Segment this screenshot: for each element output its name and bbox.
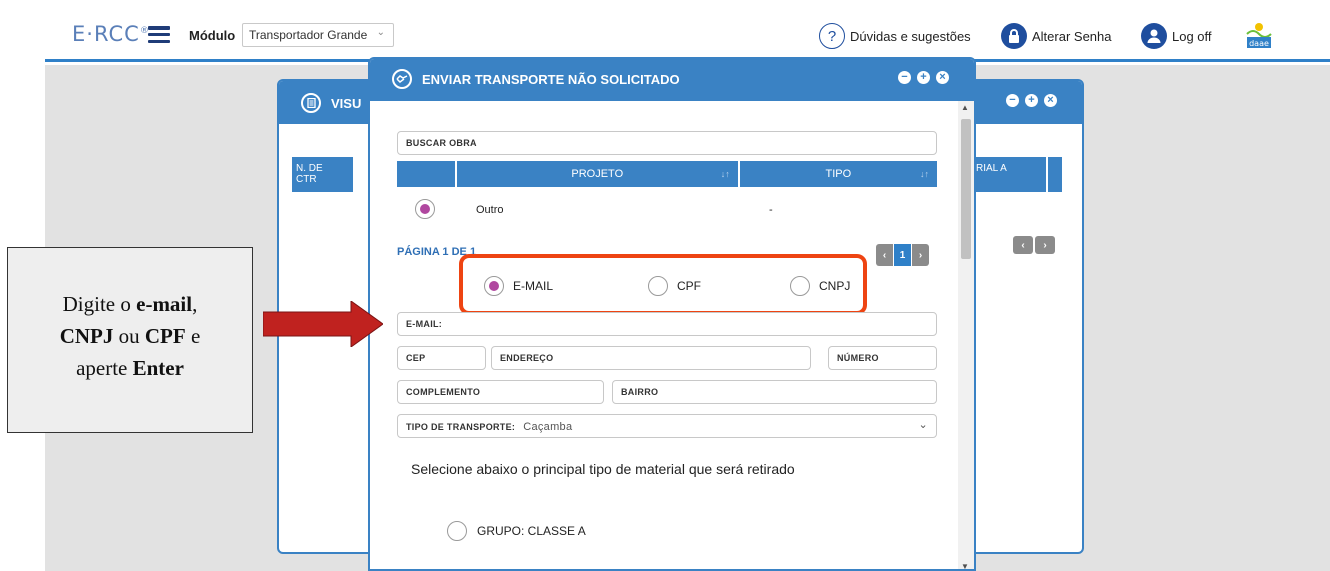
- table-header-tipo[interactable]: TIPO ↓↑: [739, 161, 937, 187]
- alterar-senha-link[interactable]: Alterar Senha: [1001, 23, 1112, 49]
- bairro-field[interactable]: BAIRRO: [612, 380, 937, 404]
- row-tipo: -: [769, 204, 773, 216]
- numero-field[interactable]: NÚMERO: [828, 346, 937, 370]
- maximize-icon[interactable]: +: [917, 71, 930, 84]
- sort-icon[interactable]: ↓↑: [721, 169, 730, 179]
- highlight-box: [459, 254, 867, 315]
- close-icon[interactable]: ×: [1044, 94, 1057, 107]
- modulo-label: Módulo: [189, 28, 236, 43]
- daae-logo: daae: [1244, 20, 1274, 54]
- column-header-ctr[interactable]: N. DE CTR: [292, 157, 353, 192]
- row-radio[interactable]: [415, 199, 435, 219]
- obra-table-header: PROJETO ↓↑ TIPO ↓↑: [397, 161, 937, 187]
- material-prompt: Selecione abaixo o principal tipo de mat…: [411, 461, 795, 477]
- user-icon: [1141, 23, 1167, 49]
- panel-title: VISU: [301, 93, 361, 113]
- complemento-field[interactable]: COMPLEMENTO: [397, 380, 604, 404]
- svg-text:daae: daae: [1249, 39, 1269, 48]
- pagination: ‹ 1 ›: [876, 244, 929, 266]
- modal-title: ENVIAR TRANSPORTE NÃO SOLICITADO: [392, 69, 680, 89]
- scroll-up-icon[interactable]: ▲: [961, 103, 969, 112]
- chevron-down-icon: ⌄: [376, 27, 385, 38]
- column-header-extra: [1048, 157, 1062, 192]
- sort-icon[interactable]: ↓↑: [920, 169, 929, 179]
- cep-field[interactable]: CEP: [397, 346, 486, 370]
- enviar-transporte-modal: ENVIAR TRANSPORTE NÃO SOLICITADO − + × ▲…: [368, 57, 976, 571]
- handshake-icon: [392, 69, 412, 89]
- radio-grupo-classe-a[interactable]: [447, 521, 467, 541]
- modal-scrollbar[interactable]: ▲ ▼: [958, 101, 974, 569]
- close-icon[interactable]: ×: [936, 71, 949, 84]
- lock-icon: [1001, 23, 1027, 49]
- endereco-field[interactable]: ENDEREÇO: [491, 346, 811, 370]
- hamburger-menu-icon[interactable]: [148, 26, 170, 43]
- scroll-thumb[interactable]: [961, 119, 971, 259]
- maximize-icon[interactable]: +: [1025, 94, 1038, 107]
- minimize-icon[interactable]: −: [898, 71, 911, 84]
- panel-window-buttons: − + ×: [1006, 94, 1057, 107]
- document-icon: [301, 93, 321, 113]
- scroll-down-icon[interactable]: ▼: [961, 562, 969, 569]
- duvidas-link[interactable]: ? Dúvidas e sugestões: [819, 23, 971, 49]
- modal-window-buttons: − + ×: [898, 71, 949, 84]
- row-projeto: Outro: [476, 204, 504, 216]
- current-page-button[interactable]: 1: [894, 244, 911, 266]
- table-header-projeto[interactable]: PROJETO ↓↑: [456, 161, 738, 187]
- column-header-material[interactable]: RIAL A: [976, 157, 1046, 192]
- prev-page-icon[interactable]: ‹: [1013, 236, 1033, 254]
- table-row[interactable]: Outro -: [397, 189, 937, 231]
- next-page-icon[interactable]: ›: [912, 244, 929, 266]
- buscar-obra-input[interactable]: BUSCAR OBRA: [397, 131, 937, 155]
- instruction-callout: Digite o e-mail, CNPJ ou CPF e aperte En…: [7, 247, 253, 433]
- question-icon: ?: [819, 23, 845, 49]
- chevron-down-icon: ⌄: [918, 419, 928, 431]
- ercc-logo[interactable]: E·RCC®: [72, 22, 150, 46]
- next-page-icon[interactable]: ›: [1035, 236, 1055, 254]
- arrow-right-icon: [263, 301, 383, 347]
- tipo-transporte-select[interactable]: TIPO DE TRANSPORTE: Caçamba ⌄: [397, 414, 937, 438]
- minimize-icon[interactable]: −: [1006, 94, 1019, 107]
- prev-page-icon[interactable]: ‹: [876, 244, 893, 266]
- grupo-classe-a-option[interactable]: GRUPO: CLASSE A: [447, 521, 586, 541]
- logoff-link[interactable]: Log off: [1141, 23, 1212, 49]
- top-navbar: [45, 0, 1330, 62]
- table-header-select: [397, 161, 455, 187]
- email-field[interactable]: E-MAIL:: [397, 312, 937, 336]
- modulo-select[interactable]: Transportador Grande ⌄: [242, 23, 394, 47]
